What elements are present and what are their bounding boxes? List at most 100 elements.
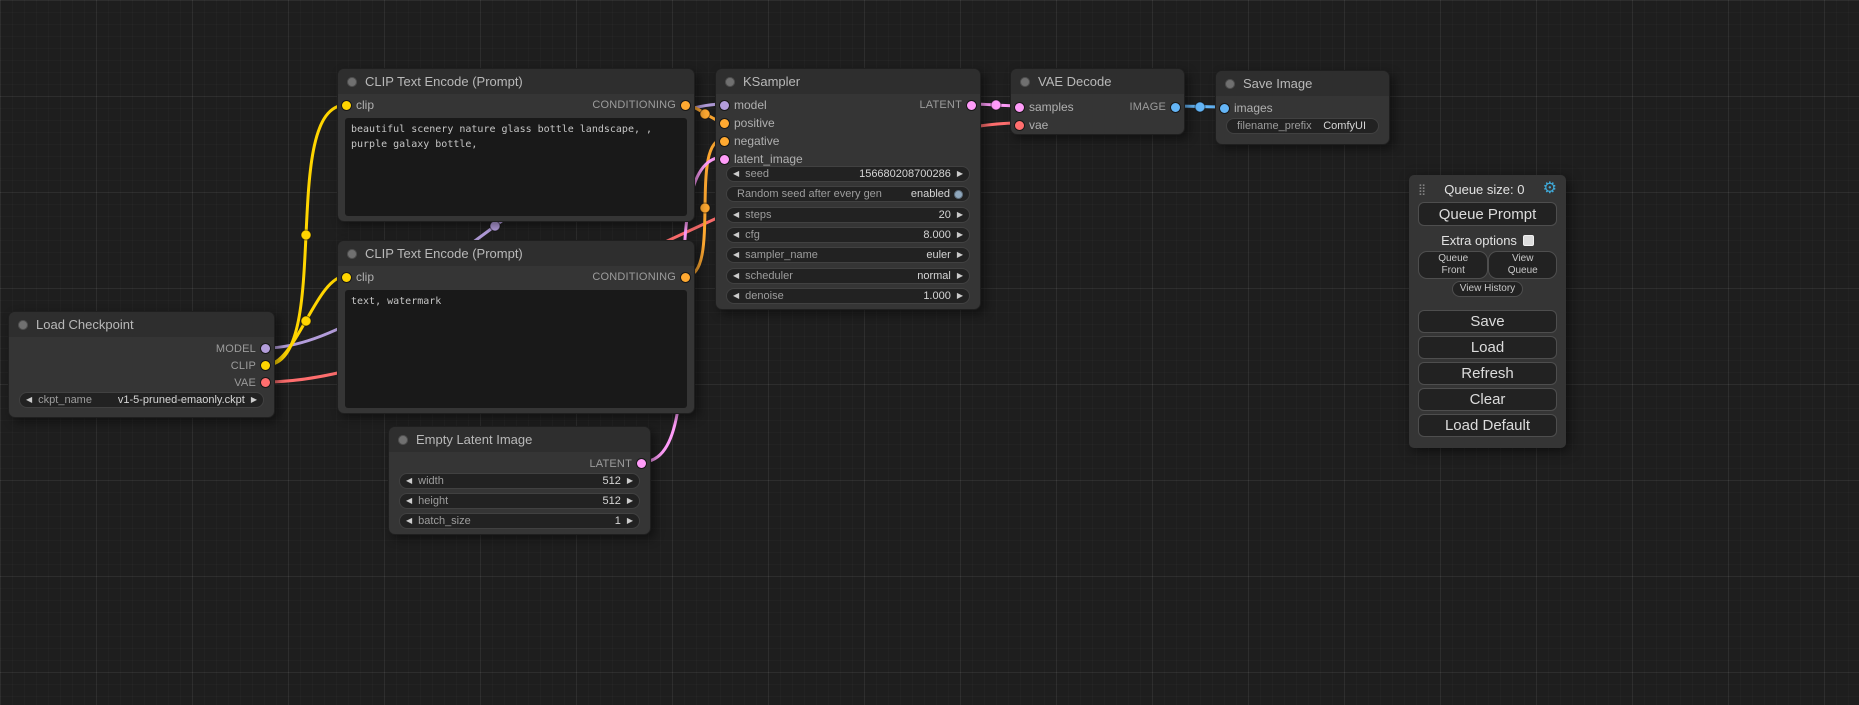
slot-row: model LATENT bbox=[716, 96, 980, 114]
clear-button[interactable]: Clear bbox=[1418, 388, 1557, 411]
widget-steps[interactable]: ◀ steps 20 ▶ bbox=[726, 207, 970, 223]
positive-input-dot[interactable] bbox=[720, 119, 729, 128]
decrement-arrow-icon[interactable]: ◀ bbox=[406, 497, 412, 505]
decrement-arrow-icon[interactable]: ◀ bbox=[733, 211, 739, 219]
slot-row: samples IMAGE bbox=[1011, 98, 1184, 116]
refresh-button[interactable]: Refresh bbox=[1418, 362, 1557, 385]
conditioning-output-label: CONDITIONING bbox=[592, 271, 676, 283]
node-title-bar[interactable]: CLIP Text Encode (Prompt) bbox=[338, 241, 694, 266]
clip-output-dot[interactable] bbox=[261, 361, 270, 370]
queue-front-button[interactable]: Queue Front bbox=[1418, 251, 1488, 279]
widget-name: steps bbox=[745, 209, 771, 221]
node-title-bar[interactable]: VAE Decode bbox=[1011, 69, 1184, 94]
decrement-arrow-icon[interactable]: ◀ bbox=[406, 517, 412, 525]
images-input-dot[interactable] bbox=[1220, 104, 1229, 113]
widget-batch-size[interactable]: ◀ batch_size 1 ▶ bbox=[399, 513, 640, 529]
widget-value: euler bbox=[926, 249, 950, 261]
node-title: CLIP Text Encode (Prompt) bbox=[365, 246, 523, 261]
conditioning-output-dot[interactable] bbox=[681, 273, 690, 282]
widget-ckpt-name[interactable]: ◀ ckpt_name v1-5-pruned-emaonly.ckpt ▶ bbox=[19, 392, 264, 408]
clip-input-dot[interactable] bbox=[342, 273, 351, 282]
increment-arrow-icon[interactable]: ▶ bbox=[627, 477, 633, 485]
save-button[interactable]: Save bbox=[1418, 310, 1557, 333]
load-default-button[interactable]: Load Default bbox=[1418, 414, 1557, 437]
increment-arrow-icon[interactable]: ▶ bbox=[627, 497, 633, 505]
queue-prompt-button[interactable]: Queue Prompt bbox=[1418, 202, 1557, 226]
slot-row: clip CONDITIONING bbox=[338, 268, 694, 286]
widget-name: width bbox=[418, 475, 444, 487]
node-clip-text-encode-negative[interactable]: CLIP Text Encode (Prompt) clip CONDITION… bbox=[337, 240, 695, 414]
node-title-bar[interactable]: CLIP Text Encode (Prompt) bbox=[338, 69, 694, 94]
node-title-bar[interactable]: KSampler bbox=[716, 69, 980, 94]
extra-options-checkbox[interactable] bbox=[1523, 235, 1534, 246]
prompt-textarea[interactable]: text, watermark bbox=[345, 290, 687, 408]
prompt-textarea[interactable]: beautiful scenery nature glass bottle la… bbox=[345, 118, 687, 216]
latent-image-input-dot[interactable] bbox=[720, 155, 729, 164]
toggle-knob-icon[interactable] bbox=[954, 190, 963, 199]
input-slot-negative: negative bbox=[716, 132, 980, 150]
node-status-dot-icon bbox=[18, 320, 28, 330]
combo-left-arrow-icon[interactable]: ◀ bbox=[733, 251, 739, 259]
node-title-bar[interactable]: Save Image bbox=[1216, 71, 1389, 96]
widget-value: 8.000 bbox=[923, 229, 951, 241]
widget-random-seed-toggle[interactable]: Random seed after every gen enabled bbox=[726, 186, 970, 202]
vae-input-dot[interactable] bbox=[1015, 121, 1024, 130]
widget-height[interactable]: ◀ height 512 ▶ bbox=[399, 493, 640, 509]
node-empty-latent-image[interactable]: Empty Latent Image LATENT ◀ width 512 ▶ … bbox=[388, 426, 651, 535]
combo-right-arrow-icon[interactable]: ▶ bbox=[251, 396, 257, 404]
wire-midpoint-dot bbox=[991, 100, 1001, 110]
node-title-bar[interactable]: Load Checkpoint bbox=[9, 312, 274, 337]
increment-arrow-icon[interactable]: ▶ bbox=[957, 170, 963, 178]
negative-input-dot[interactable] bbox=[720, 137, 729, 146]
view-history-button[interactable]: View History bbox=[1452, 281, 1523, 297]
clip-input-dot[interactable] bbox=[342, 101, 351, 110]
load-button[interactable]: Load bbox=[1418, 336, 1557, 359]
wire-midpoint-dot bbox=[700, 203, 710, 213]
view-queue-button[interactable]: View Queue bbox=[1488, 251, 1557, 279]
clip-input-label: clip bbox=[356, 98, 374, 112]
conditioning-output-dot[interactable] bbox=[681, 101, 690, 110]
latent-output-dot[interactable] bbox=[967, 101, 976, 110]
node-title-bar[interactable]: Empty Latent Image bbox=[389, 427, 650, 452]
node-ksampler[interactable]: KSampler model LATENT positive negative … bbox=[715, 68, 981, 310]
increment-arrow-icon[interactable]: ▶ bbox=[957, 231, 963, 239]
menu-drag-handle-icon[interactable]: ⣿ bbox=[1418, 183, 1426, 196]
decrement-arrow-icon[interactable]: ◀ bbox=[733, 170, 739, 178]
node-load-checkpoint[interactable]: Load Checkpoint MODEL CLIP VAE ◀ ckpt_na… bbox=[8, 311, 275, 418]
node-title: Save Image bbox=[1243, 76, 1312, 91]
samples-input-dot[interactable] bbox=[1015, 103, 1024, 112]
latent-output-dot[interactable] bbox=[637, 459, 646, 468]
decrement-arrow-icon[interactable]: ◀ bbox=[733, 231, 739, 239]
widget-scheduler[interactable]: ◀ scheduler normal ▶ bbox=[726, 268, 970, 284]
settings-gear-icon[interactable]: ⚙ bbox=[1543, 181, 1557, 197]
combo-right-arrow-icon[interactable]: ▶ bbox=[957, 272, 963, 280]
widget-seed[interactable]: ◀ seed 156680208700286 ▶ bbox=[726, 166, 970, 182]
node-clip-text-encode-positive[interactable]: CLIP Text Encode (Prompt) clip CONDITION… bbox=[337, 68, 695, 222]
model-output-label: MODEL bbox=[216, 343, 256, 355]
widget-width[interactable]: ◀ width 512 ▶ bbox=[399, 473, 640, 489]
decrement-arrow-icon[interactable]: ◀ bbox=[733, 292, 739, 300]
model-input-dot[interactable] bbox=[720, 101, 729, 110]
increment-arrow-icon[interactable]: ▶ bbox=[957, 292, 963, 300]
model-output-dot[interactable] bbox=[261, 344, 270, 353]
combo-left-arrow-icon[interactable]: ◀ bbox=[26, 396, 32, 404]
increment-arrow-icon[interactable]: ▶ bbox=[957, 211, 963, 219]
graph-canvas[interactable]: Load Checkpoint MODEL CLIP VAE ◀ ckpt_na… bbox=[0, 0, 1859, 705]
combo-left-arrow-icon[interactable]: ◀ bbox=[733, 272, 739, 280]
node-vae-decode[interactable]: VAE Decode samples IMAGE vae bbox=[1010, 68, 1185, 135]
latent-image-input-label: latent_image bbox=[734, 152, 803, 166]
wire-midpoint-dot bbox=[490, 221, 500, 231]
widget-sampler-name[interactable]: ◀ sampler_name euler ▶ bbox=[726, 247, 970, 263]
increment-arrow-icon[interactable]: ▶ bbox=[627, 517, 633, 525]
node-save-image[interactable]: Save Image images filename_prefix ComfyU… bbox=[1215, 70, 1390, 145]
image-output-dot[interactable] bbox=[1171, 103, 1180, 112]
widget-cfg[interactable]: ◀ cfg 8.000 ▶ bbox=[726, 227, 970, 243]
widget-filename-prefix[interactable]: filename_prefix ComfyUI bbox=[1226, 118, 1379, 134]
combo-right-arrow-icon[interactable]: ▶ bbox=[957, 251, 963, 259]
queue-menu-panel: ⣿ Queue size: 0 ⚙ Queue Prompt Extra opt… bbox=[1409, 175, 1566, 448]
decrement-arrow-icon[interactable]: ◀ bbox=[406, 477, 412, 485]
widget-name: cfg bbox=[745, 229, 760, 241]
widget-denoise[interactable]: ◀ denoise 1.000 ▶ bbox=[726, 288, 970, 304]
widget-value: 1.000 bbox=[923, 290, 951, 302]
vae-output-dot[interactable] bbox=[261, 378, 270, 387]
